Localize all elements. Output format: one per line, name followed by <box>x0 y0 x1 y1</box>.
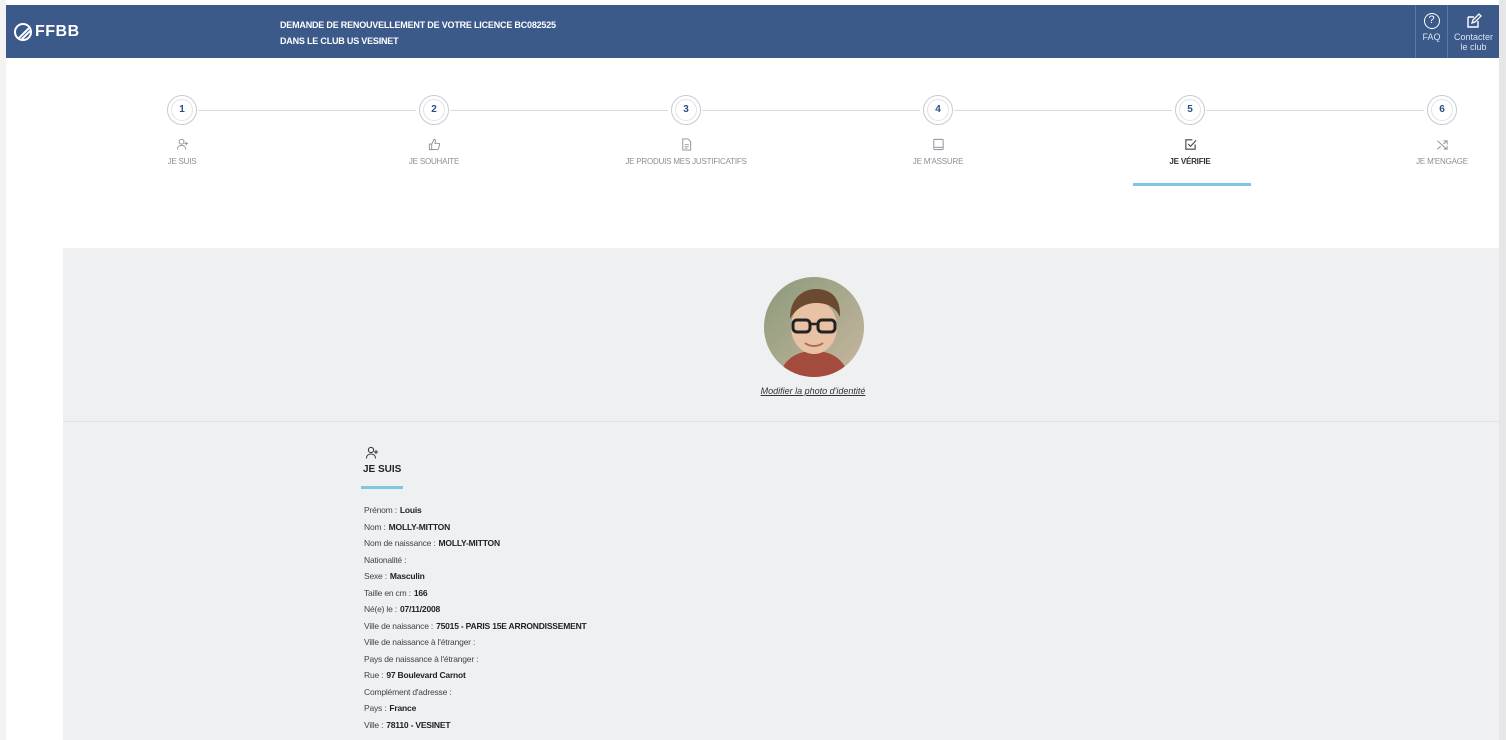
field-date-naissance: Né(e) le :07/11/2008 <box>364 604 587 621</box>
field-value: 97 Boulevard Carnot <box>386 670 466 680</box>
field-value: 75015 - PARIS 15E ARRONDISSEMENT <box>436 620 587 631</box>
field-rue: Rue :97 Boulevard Carnot <box>364 670 587 687</box>
checkbox-icon <box>1184 139 1196 150</box>
step-number: 6 <box>1439 104 1445 115</box>
active-step-indicator <box>1133 183 1251 186</box>
step-circle: 5 <box>1175 95 1205 125</box>
field-value: France <box>389 703 417 713</box>
progress-stepper: 1 JE SUIS 2 JE SOUHAITE 3 JE PRODUIS MES… <box>0 0 1506 200</box>
step-circle: 1 <box>167 95 197 125</box>
field-label: Ville de naissance : <box>364 620 434 631</box>
document-icon <box>681 138 691 151</box>
step-number: 4 <box>935 104 941 115</box>
step-label: JE SUIS <box>167 157 197 166</box>
modify-photo-link[interactable]: Modifier la photo d'identité <box>0 386 1506 396</box>
field-label: Nationalité : <box>364 554 407 565</box>
field-label: Prénom : <box>364 505 397 515</box>
step-label: JE SOUHAITE <box>408 157 460 166</box>
field-label: Nom de naissance : <box>364 538 436 548</box>
step-number: 5 <box>1187 104 1193 115</box>
user-plus-icon <box>176 138 188 150</box>
field-prenom: Prénom : Louis <box>364 505 587 522</box>
field-ville: Ville :78110 - VESINET <box>364 720 587 737</box>
step-circle: 2 <box>419 95 449 125</box>
field-label: Ville de naissance à l'étranger : <box>364 637 476 647</box>
field-label: Nom : <box>364 521 386 532</box>
step-label: JE M'ASSURE <box>912 157 964 166</box>
section-title: JE SUIS <box>363 464 402 475</box>
field-label: Sexe : <box>364 571 387 581</box>
step-label: JE VÉRIFIE <box>1169 157 1211 166</box>
field-value: MOLLY-MITTON <box>438 538 501 548</box>
field-nationalite: Nationalité : <box>364 555 587 572</box>
field-complement-adresse: Complément d'adresse : <box>364 687 587 704</box>
book-icon <box>932 138 944 151</box>
field-value: MOLLY-MITTON <box>388 521 451 532</box>
field-nom: Nom : MOLLY-MITTON <box>364 522 587 539</box>
field-pays: Pays : France <box>364 703 587 720</box>
step-label: JE PRODUIS MES JUSTIFICATIFS <box>625 157 747 166</box>
field-value: 78110 - VESINET <box>386 719 451 730</box>
field-label: Complément d'adresse : <box>364 686 452 697</box>
step-number: 3 <box>683 104 689 115</box>
user-plus-icon <box>366 446 378 459</box>
field-value: 07/11/2008 <box>399 604 441 614</box>
avatar <box>764 277 864 377</box>
identity-fields: Prénom : Louis Nom : MOLLY-MITTON Nom de n… <box>364 505 587 736</box>
field-value: Masculin <box>389 571 425 581</box>
step-label: JE M'ENGAGE <box>1416 157 1468 166</box>
field-label: Pays de naissance à l'étranger : <box>364 653 479 664</box>
field-label: Taille en cm : <box>364 587 411 598</box>
avatar-photo <box>764 277 864 377</box>
field-label: Ville : <box>364 719 384 730</box>
field-sexe: Sexe : Masculin <box>364 571 587 588</box>
field-value: Louis <box>399 505 422 515</box>
step-je-produis-mes-justificatifs[interactable]: 3 JE PRODUIS MES JUSTIFICATIFS <box>606 95 766 166</box>
step-number: 2 <box>431 104 437 115</box>
step-circle: 3 <box>671 95 701 125</box>
field-taille: Taille en cm :166 <box>364 588 587 605</box>
step-je-suis[interactable]: 1 JE SUIS <box>102 95 262 166</box>
field-nom-de-naissance: Nom de naissance : MOLLY-MITTON <box>364 538 587 555</box>
field-value: 166 <box>413 587 428 598</box>
step-je-verifie[interactable]: 5 JE VÉRIFIE <box>1110 95 1270 166</box>
info-panel <box>63 422 1499 740</box>
step-je-m-engage[interactable]: 6 JE M'ENGAGE <box>1362 95 1506 166</box>
step-number: 1 <box>179 104 185 115</box>
field-ville-naissance: Ville de naissance :75015 - PARIS 15E AR… <box>364 621 587 638</box>
section-title-underline <box>361 486 403 489</box>
field-label: Né(e) le : <box>364 604 397 614</box>
field-label: Rue : <box>364 670 384 680</box>
step-je-souhaite[interactable]: 2 JE SOUHAITE <box>354 95 514 166</box>
field-label: Pays : <box>364 703 387 713</box>
shuffle-icon <box>1436 140 1448 150</box>
field-pays-naissance-etranger: Pays de naissance à l'étranger : <box>364 654 587 671</box>
step-circle: 6 <box>1427 95 1457 125</box>
step-circle: 4 <box>923 95 953 125</box>
field-ville-naissance-etranger: Ville de naissance à l'étranger : <box>364 637 587 654</box>
thumbs-up-icon <box>428 138 440 151</box>
step-je-m-assure[interactable]: 4 JE M'ASSURE <box>858 95 1018 166</box>
